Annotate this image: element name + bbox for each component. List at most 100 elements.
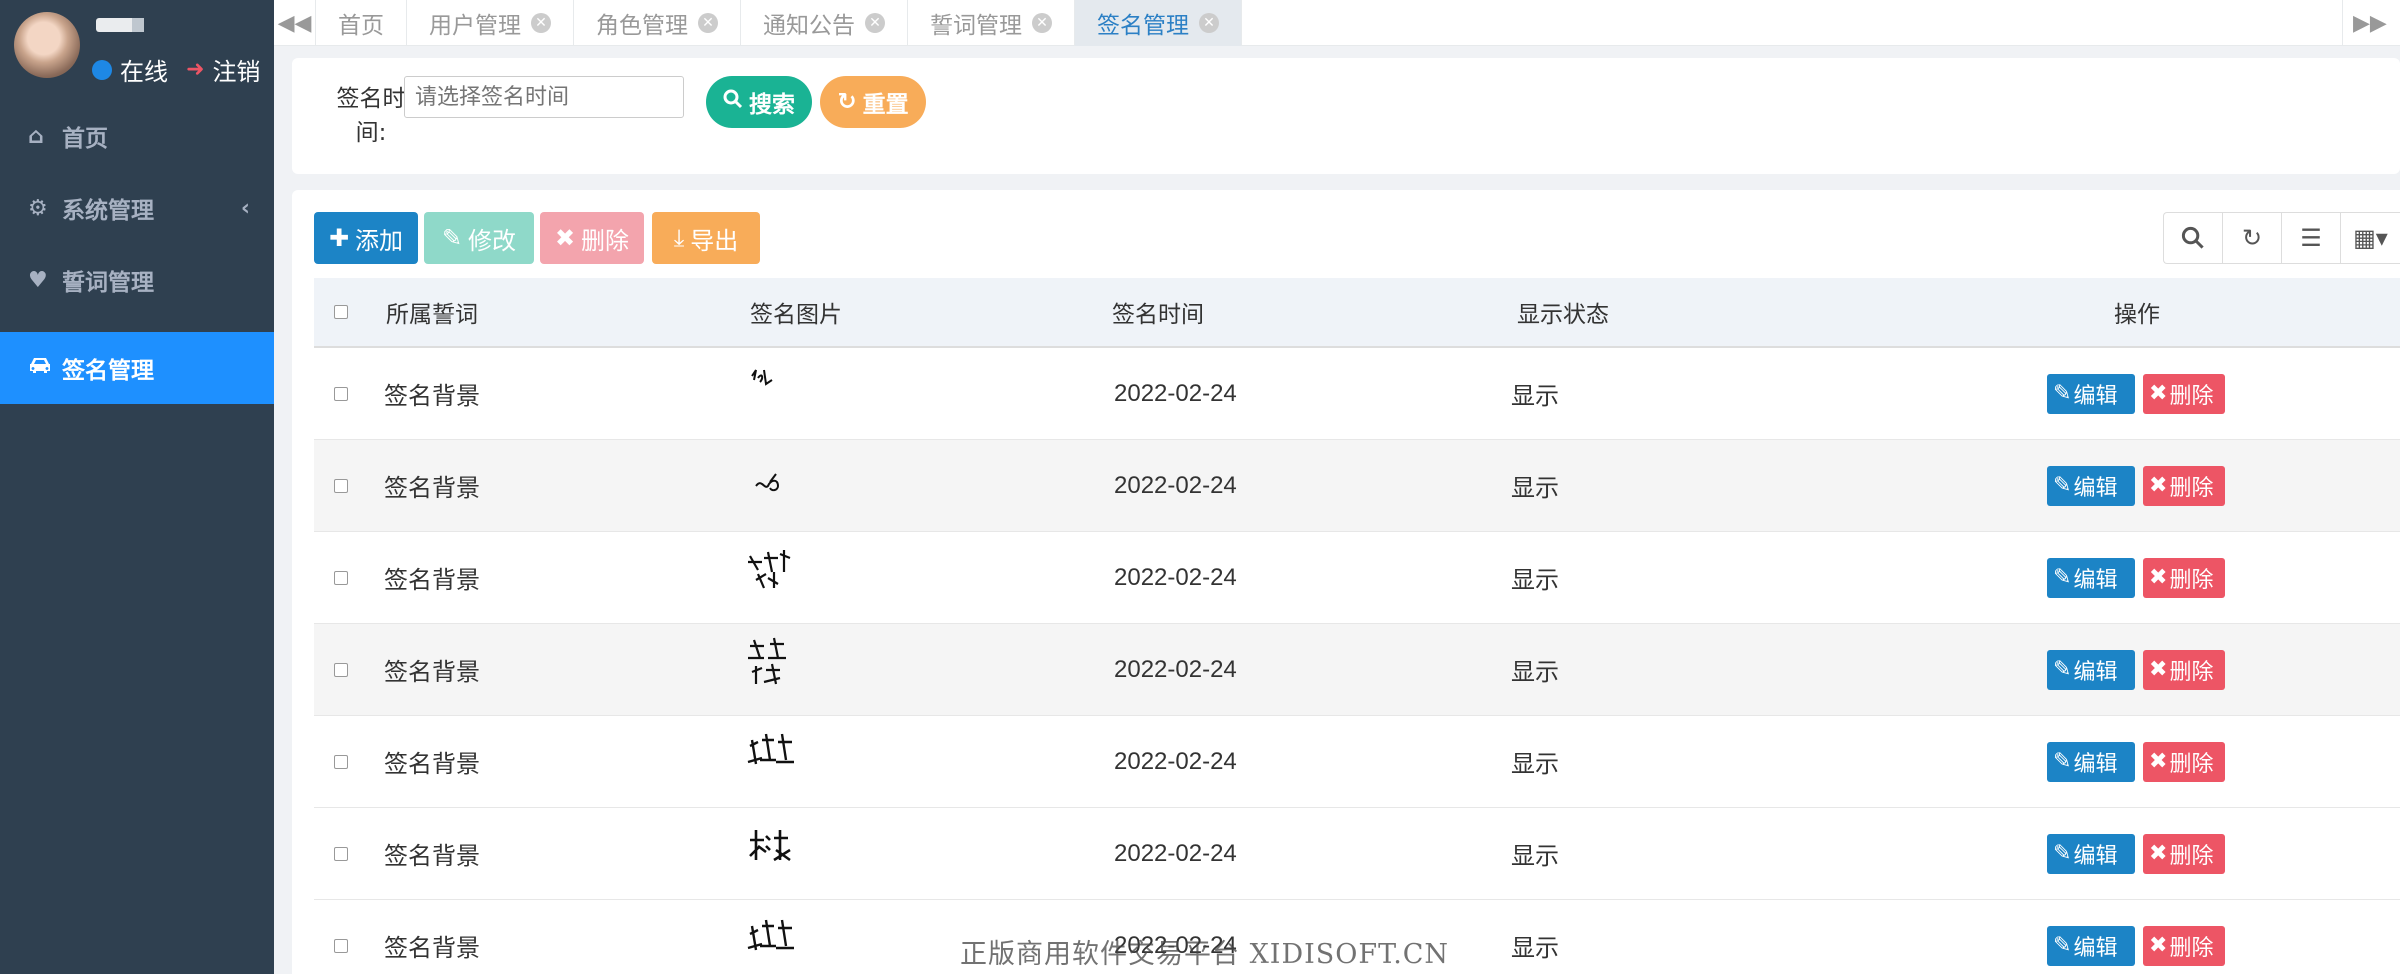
tab-label: 誓词管理 (930, 13, 1022, 39)
sidebar-item-signatures[interactable]: 签名管理 (0, 332, 274, 404)
row-checkbox[interactable] (334, 478, 348, 493)
table-row[interactable]: 签名背景 2022-02-24 显示 ✎ 编辑 ✖ 删除 (314, 808, 2400, 900)
search-panel: 签名时间: 搜索 ↻ 重置 (292, 58, 2400, 174)
header-vow[interactable]: 所属誓词 (386, 295, 478, 329)
edit-icon: ✎ (2053, 565, 2072, 590)
row-actions: ✎ 编辑 ✖ 删除 (2047, 557, 2225, 598)
close-icon[interactable]: ✕ (865, 13, 885, 33)
signature-image[interactable] (744, 908, 824, 974)
table-columns-button[interactable]: ▦▾ (2340, 212, 2400, 264)
delete-button[interactable]: ✖ 删除 (540, 212, 644, 264)
row-edit-button[interactable]: ✎ 编辑 (2047, 925, 2135, 966)
row-delete-button[interactable]: ✖ 删除 (2143, 373, 2225, 414)
table-toggle-view-button[interactable]: ☰ (2281, 212, 2340, 264)
row-checkbox[interactable] (334, 938, 348, 953)
header-signature-image[interactable]: 签名图片 (750, 295, 842, 329)
sidebar-item-label: 首页 (62, 126, 108, 152)
table-row[interactable]: 签名背景 2022-02-24 显示 ✎ 编辑 ✖ 删除 (314, 348, 2400, 440)
row-actions: ✎ 编辑 ✖ 删除 (2047, 649, 2225, 690)
row-edit-button[interactable]: ✎ 编辑 (2047, 373, 2135, 414)
signature-image[interactable] (744, 448, 824, 524)
tab-home[interactable]: 首页 (316, 0, 407, 46)
car-icon-svg (30, 358, 50, 373)
row-edit-label: 编辑 (2073, 843, 2118, 869)
signature-image[interactable] (744, 724, 824, 800)
row-time: 2022-02-24 (1114, 379, 1237, 407)
sidebar-item-vows[interactable]: ♥ 誓词管理 (0, 244, 274, 316)
row-delete-button[interactable]: ✖ 删除 (2143, 833, 2225, 874)
sign-time-input[interactable] (404, 76, 684, 118)
tabs-scroll-left-icon[interactable]: ◀◀ (274, 0, 316, 46)
tab-label: 通知公告 (763, 13, 855, 39)
header-signature-time[interactable]: 签名时间 (1112, 295, 1204, 329)
close-icon[interactable]: ✕ (698, 13, 718, 33)
row-delete-button[interactable]: ✖ 删除 (2143, 465, 2225, 506)
close-icon[interactable]: ✕ (531, 13, 551, 33)
close-icon[interactable]: ✕ (1032, 13, 1052, 33)
row-edit-button[interactable]: ✎ 编辑 (2047, 649, 2135, 690)
signature-image[interactable] (744, 540, 824, 616)
table-panel: ✚ 添加 ✎ 修改 ✖ 删除 ⤓ 导出 ↻ ☰ ▦▾ 所属誓词 签名图片 签名时… (292, 190, 2400, 974)
select-all-checkbox[interactable] (334, 305, 348, 319)
row-status: 显示 (1511, 750, 1559, 778)
edit-button[interactable]: ✎ 修改 (424, 212, 534, 264)
tab-signature-management[interactable]: 签名管理 ✕ (1075, 0, 1242, 46)
avatar[interactable] (14, 12, 80, 78)
row-delete-button[interactable]: ✖ 删除 (2143, 741, 2225, 782)
row-vow: 签名背景 (384, 750, 480, 778)
close-icon[interactable]: ✕ (1199, 13, 1219, 33)
row-edit-button[interactable]: ✎ 编辑 (2047, 465, 2135, 506)
signature-image[interactable] (744, 816, 824, 892)
row-delete-label: 删除 (2169, 567, 2214, 593)
sign-time-label: 签名时间: (336, 86, 406, 146)
row-delete-button[interactable]: ✖ 删除 (2143, 649, 2225, 690)
signature-image[interactable] (744, 632, 824, 708)
row-actions: ✎ 编辑 ✖ 删除 (2047, 741, 2225, 782)
add-button[interactable]: ✚ 添加 (314, 212, 418, 264)
header-display-status[interactable]: 显示状态 (1517, 295, 1609, 329)
export-button[interactable]: ⤓ 导出 (652, 212, 760, 264)
signature-image-svg (749, 829, 791, 861)
gear-icon: ⚙ (28, 195, 48, 221)
reset-button[interactable]: ↻ 重置 (820, 76, 926, 128)
row-checkbox[interactable] (334, 846, 348, 861)
tabs-scroll-right-icon[interactable]: ▶▶↻ (2342, 0, 2400, 46)
sidebar-item-home[interactable]: ⌂ 首页 (0, 100, 274, 172)
tab-role-management[interactable]: 角色管理 ✕ (574, 0, 741, 46)
online-dot-icon (92, 59, 112, 80)
x-icon: ✖ (2149, 933, 2168, 958)
logout-link[interactable]: 注销 (212, 52, 260, 87)
tab-label: 签名管理 (1097, 13, 1189, 39)
table-row[interactable]: 签名背景 2022-02-24 显示 ✎ 编辑 ✖ 删除 (314, 440, 2400, 532)
row-edit-button[interactable]: ✎ 编辑 (2047, 833, 2135, 874)
row-edit-button[interactable]: ✎ 编辑 (2047, 557, 2135, 598)
logout-icon[interactable]: ➜ (186, 57, 204, 82)
search-button[interactable]: 搜索 (706, 76, 812, 128)
signature-image-svg (747, 919, 794, 950)
table-row[interactable]: 签名背景 2022-02-24 显示 ✎ 编辑 ✖ 删除 (314, 716, 2400, 808)
row-checkbox[interactable] (334, 570, 348, 585)
username-blurred (96, 18, 156, 32)
tab-user-management[interactable]: 用户管理 ✕ (407, 0, 574, 46)
signature-image[interactable] (744, 356, 824, 432)
sidebar-item-system[interactable]: ⚙ 系统管理 ‹ (0, 172, 274, 244)
row-actions: ✎ 编辑 ✖ 删除 (2047, 925, 2225, 966)
table-header: 所属誓词 签名图片 签名时间 显示状态 操作 (314, 278, 2400, 348)
row-delete-button[interactable]: ✖ 删除 (2143, 925, 2225, 966)
row-checkbox[interactable] (334, 754, 348, 769)
table-row[interactable]: 签名背景 2022-02-24 显示 ✎ 编辑 ✖ 删除 (314, 532, 2400, 624)
table-search-toggle[interactable] (2163, 212, 2222, 264)
row-time: 2022-02-24 (1114, 471, 1237, 499)
row-checkbox[interactable] (334, 386, 348, 401)
row-edit-button[interactable]: ✎ 编辑 (2047, 741, 2135, 782)
table-row[interactable]: 签名背景 2022-02-24 显示 ✎ 编辑 ✖ 删除 (314, 624, 2400, 716)
row-checkbox[interactable] (334, 662, 348, 677)
signature-image-svg (751, 368, 773, 386)
edit-icon: ✎ (2053, 657, 2072, 682)
table-refresh-button[interactable]: ↻ (2222, 212, 2281, 264)
row-delete-button[interactable]: ✖ 删除 (2143, 557, 2225, 598)
tab-notices[interactable]: 通知公告 ✕ (741, 0, 908, 46)
tab-vow-management[interactable]: 誓词管理 ✕ (908, 0, 1075, 46)
table-tools: ↻ ☰ ▦▾ (2163, 212, 2400, 264)
chevron-left-icon: ‹ (240, 195, 250, 221)
